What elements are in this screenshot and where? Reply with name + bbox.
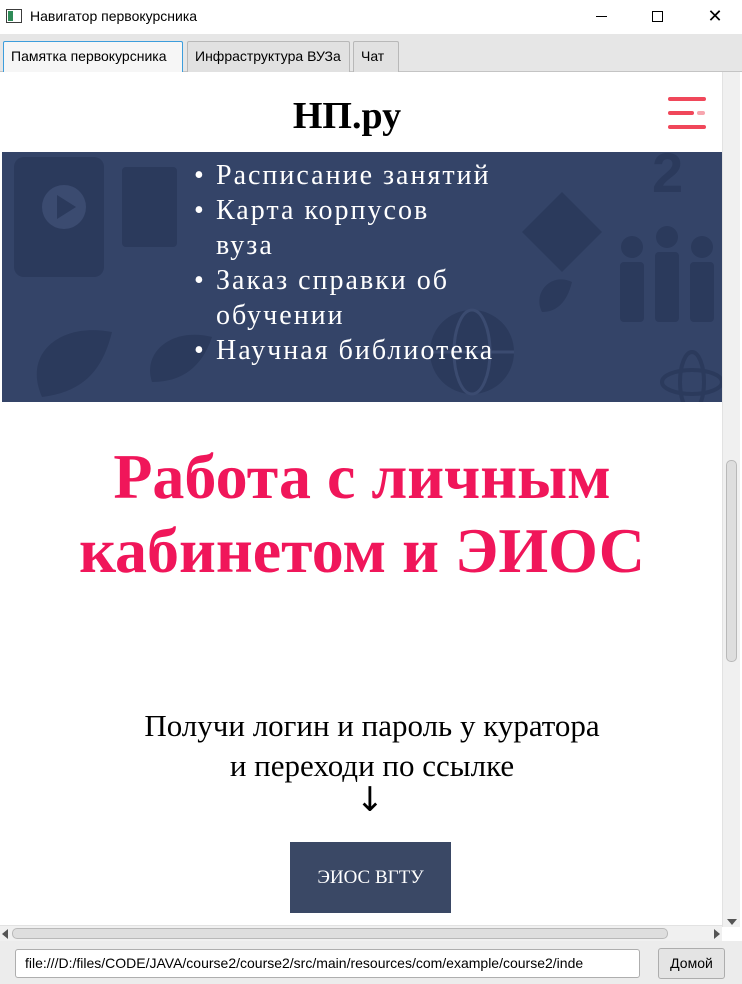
svg-text:2: 2 [652, 152, 683, 204]
section-subtitle-line-1: Получи логин и пароль у куратора [144, 708, 600, 743]
maximize-button[interactable] [634, 0, 680, 32]
vertical-scrollbar[interactable] [722, 72, 740, 927]
horizontal-scrollbar[interactable] [0, 925, 722, 941]
web-view: НП.ру 2 • Расписание занятий • Карта кор… [2, 72, 722, 925]
arrow-down-icon: ↓ [355, 780, 385, 820]
tab-first-year-memo[interactable]: Памятка первокурсника [3, 41, 183, 72]
eios-link-button[interactable]: ЭИОС ВГТУ [290, 842, 451, 913]
section-subtitle: Получи логин и пароль у куратора и перех… [2, 706, 722, 786]
minimize-icon [595, 15, 607, 17]
site-header: НП.ру [2, 72, 722, 152]
close-icon: ✕ [707, 5, 723, 26]
title-bar: Навигатор первокурсника ✕ [0, 0, 742, 34]
close-button[interactable]: ✕ [692, 0, 738, 32]
hero-item-library[interactable]: Научная библиотека [194, 333, 494, 368]
tab-bar: Памятка первокурсника Инфраструктура ВУЗ… [0, 34, 742, 72]
tab-chat[interactable]: Чат [353, 41, 399, 72]
vertical-scroll-thumb[interactable] [726, 460, 737, 662]
section-title: Работа с личным кабинетом и ЭИОС [79, 441, 645, 586]
minimize-button[interactable] [578, 0, 624, 32]
hero-banner: 2 Расписание занятий Карта корпусов вуза… [2, 152, 722, 402]
hero-item-certificate[interactable]: Заказ справки об обучении [194, 263, 494, 333]
scroll-down-arrow-icon[interactable] [727, 919, 737, 925]
window-title: Навигатор первокурсника [30, 8, 198, 24]
url-field[interactable]: file:///D:/files/CODE/JAVA/course2/cours… [15, 949, 640, 978]
hero-link-list: Расписание занятий Карта корпусов вуза З… [194, 158, 494, 368]
address-bar: file:///D:/files/CODE/JAVA/course2/cours… [0, 941, 742, 984]
hamburger-menu-icon[interactable] [668, 97, 708, 133]
scroll-left-arrow-icon[interactable] [2, 929, 8, 939]
hero-item-campus-map[interactable]: Карта корпусов вуза [194, 193, 464, 263]
scroll-right-arrow-icon[interactable] [714, 929, 720, 939]
hero-item-schedule[interactable]: Расписание занятий [194, 158, 494, 193]
tab-university-infrastructure[interactable]: Инфраструктура ВУЗа [187, 41, 350, 72]
maximize-icon [651, 10, 663, 22]
horizontal-scroll-thumb[interactable] [12, 928, 668, 939]
home-button[interactable]: Домой [658, 948, 725, 979]
app-window-icon [6, 9, 22, 23]
site-logo[interactable]: НП.ру [2, 94, 692, 138]
